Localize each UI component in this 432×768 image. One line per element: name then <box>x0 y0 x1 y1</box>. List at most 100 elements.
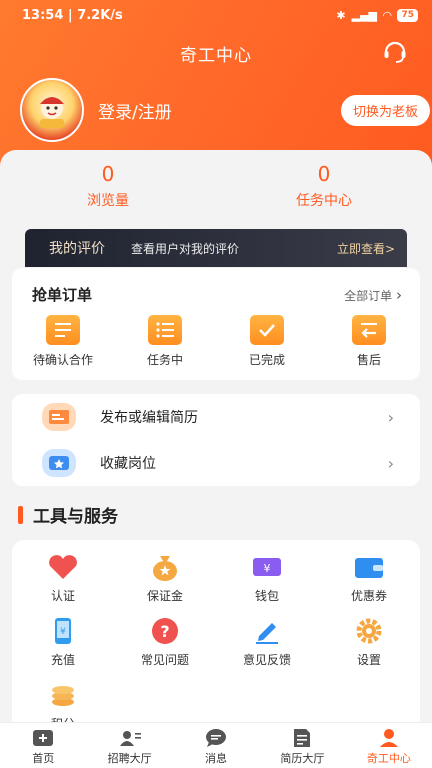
review-link[interactable]: 立即查看> <box>337 240 395 257</box>
nav-messages[interactable]: 消息 <box>173 723 259 768</box>
question-icon: ? <box>148 616 182 646</box>
tool-wallet[interactable]: ¥ 钱包 <box>216 552 318 616</box>
pending-icon <box>46 315 80 345</box>
orders-title: 抢单订单 <box>32 286 93 304</box>
signal-icon: ▂▄▆ <box>351 8 377 22</box>
tool-label: 充值 <box>50 653 75 667</box>
stat-label: 浏览量 <box>87 193 129 209</box>
order-item-in-progress[interactable]: 任务中 <box>114 315 216 368</box>
status-left: 13:54 | 7.2K/s <box>22 7 123 23</box>
chevron-right-icon: › <box>387 407 394 427</box>
login-register-link[interactable]: 登录/注册 <box>98 98 341 123</box>
profile-icon <box>346 727 432 749</box>
coins-icon <box>46 680 80 710</box>
order-label: 待确认合作 <box>32 353 93 367</box>
wallet-icon <box>352 552 386 582</box>
order-item-completed[interactable]: 已完成 <box>216 315 318 368</box>
tool-label: 优惠券 <box>350 589 387 603</box>
nav-label: 简历大厅 <box>280 752 325 765</box>
switch-to-boss-button[interactable]: 切换为老板 <box>340 94 430 126</box>
stats-card: 0 浏览量 0 任务中心 <box>0 150 432 240</box>
menu-item-edit-resume[interactable]: 发布或编辑简历 › <box>12 394 420 440</box>
review-banner[interactable]: 我的评价 查看用户对我的评价 立即查看> <box>25 229 407 267</box>
resume-hall-icon <box>259 727 345 749</box>
tool-label: 常见问题 <box>140 653 189 667</box>
battery-icon: 75 <box>397 8 418 22</box>
orders-row: 待确认合作 任务中 已完成 售后 <box>12 315 420 368</box>
tool-label: 保证金 <box>146 589 183 603</box>
section-title-text: 工具与服务 <box>33 507 118 527</box>
stat-views[interactable]: 0 浏览量 <box>0 150 216 240</box>
chevron-right-icon: › <box>396 285 402 304</box>
stat-value: 0 <box>101 162 115 186</box>
tool-verification[interactable]: 认证 <box>12 552 114 616</box>
message-icon <box>173 727 259 749</box>
svg-text:¥: ¥ <box>264 562 271 575</box>
stat-task-center[interactable]: 0 任务中心 <box>216 150 432 240</box>
money-bag-icon <box>148 552 182 582</box>
resume-card: 发布或编辑简历 › 收藏岗位 › <box>12 394 420 486</box>
avatar[interactable] <box>20 78 84 142</box>
title-bar: 奇工中心 <box>0 36 432 70</box>
tool-points[interactable]: 积分 <box>12 680 114 726</box>
stat-label: 任务中心 <box>296 193 352 209</box>
headset-icon[interactable] <box>382 38 408 64</box>
bottom-nav: 首页 招聘大厅 消息 简历大厅 奇工中心 <box>0 722 432 768</box>
chevron-right-icon: › <box>387 453 394 473</box>
status-time: 13:54 <box>22 7 64 23</box>
stat-value: 0 <box>317 162 331 186</box>
nav-profile-center[interactable]: 奇工中心 <box>346 723 432 768</box>
ticket-icon: ¥ <box>250 552 284 582</box>
nav-label: 首页 <box>32 752 55 765</box>
order-label: 已完成 <box>248 353 285 367</box>
nav-label: 招聘大厅 <box>107 752 152 765</box>
handshake-icon <box>46 552 80 582</box>
recruit-icon <box>86 727 172 749</box>
review-title: 我的评价 <box>49 241 105 257</box>
mascot-icon <box>40 97 64 128</box>
wifi-icon: ◠ <box>383 8 392 22</box>
order-item-pending[interactable]: 待确认合作 <box>12 315 114 368</box>
order-label: 售后 <box>356 353 381 367</box>
all-orders-link[interactable]: 全部订单 › <box>344 286 402 304</box>
all-orders-label: 全部订单 <box>344 288 393 303</box>
menu-item-saved-jobs[interactable]: 收藏岗位 › <box>12 440 420 486</box>
orders-header: 抢单订单 全部订单 › <box>12 268 420 305</box>
return-icon <box>352 315 386 345</box>
task-list-icon <box>148 315 182 345</box>
tool-recharge[interactable]: ¥ 充值 <box>12 616 114 680</box>
tool-label: 认证 <box>50 589 75 603</box>
tools-card: 认证 保证金 ¥ 钱包 优惠券 ¥ 充值 ? 常见问题 意见反馈 设置 <box>12 540 420 726</box>
home-icon <box>0 727 86 749</box>
nav-label: 奇工中心 <box>366 752 411 765</box>
tool-feedback[interactable]: 意见反馈 <box>216 616 318 680</box>
section-accent-bar <box>18 505 23 524</box>
menu-label: 发布或编辑简历 <box>100 410 198 426</box>
pen-icon <box>250 616 284 646</box>
svg-text:?: ? <box>160 622 169 641</box>
tools-grid: 认证 保证金 ¥ 钱包 优惠券 ¥ 充值 ? 常见问题 意见反馈 设置 <box>12 540 420 726</box>
bluetooth-icon: ✱ <box>336 8 346 22</box>
status-icons: ✱ ▂▄▆ ◠ 75 <box>336 8 418 22</box>
orders-card: 抢单订单 全部订单 › 待确认合作 任务中 已完成 售后 <box>12 268 420 380</box>
menu-label: 收藏岗位 <box>100 456 156 472</box>
tool-settings[interactable]: 设置 <box>318 616 420 680</box>
svg-text:¥: ¥ <box>60 627 66 637</box>
review-description: 查看用户对我的评价 <box>131 241 240 256</box>
order-label: 任务中 <box>146 353 183 367</box>
profile-row: 登录/注册 切换为老板 <box>20 78 430 142</box>
tool-faq[interactable]: ? 常见问题 <box>114 616 216 680</box>
gear-icon <box>352 616 386 646</box>
phone-icon: ¥ <box>46 616 80 646</box>
tools-section-title: 工具与服务 <box>18 502 118 527</box>
order-item-after-sales[interactable]: 售后 <box>318 315 420 368</box>
resume-icon <box>42 403 76 431</box>
tool-coupons[interactable]: 优惠券 <box>318 552 420 616</box>
nav-recruit-hall[interactable]: 招聘大厅 <box>86 723 172 768</box>
check-icon <box>250 315 284 345</box>
nav-home[interactable]: 首页 <box>0 723 86 768</box>
nav-label: 消息 <box>205 752 228 765</box>
tool-label: 意见反馈 <box>242 653 291 667</box>
nav-resume-hall[interactable]: 简历大厅 <box>259 723 345 768</box>
tool-deposit[interactable]: 保证金 <box>114 552 216 616</box>
